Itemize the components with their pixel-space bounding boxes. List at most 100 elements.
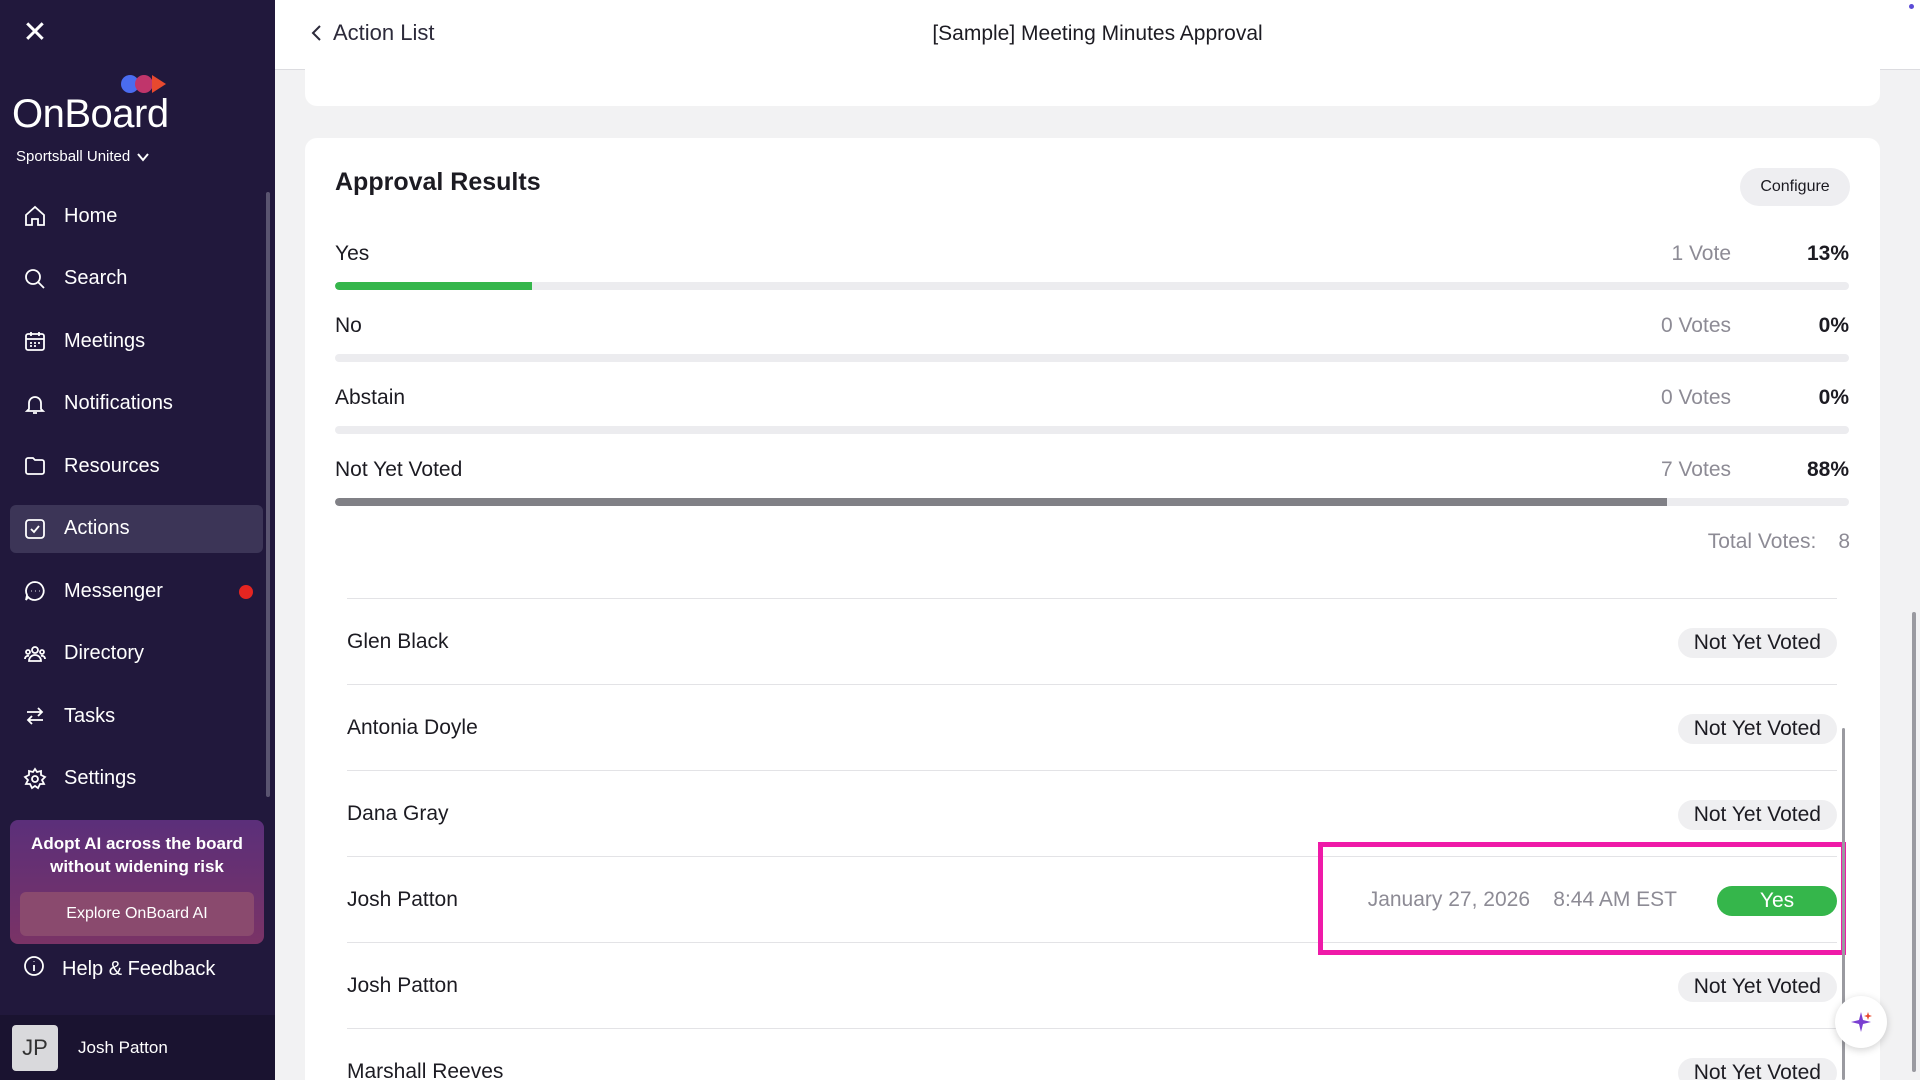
- result-label: No: [335, 314, 362, 337]
- people-icon: [22, 641, 48, 667]
- configure-button[interactable]: Configure: [1740, 168, 1850, 206]
- result-not-yet-voted: Not Yet Voted 7 Votes 88%: [335, 458, 1849, 518]
- sidebar-item-directory[interactable]: Directory: [10, 630, 263, 678]
- result-votes: 7 Votes: [1660, 458, 1731, 481]
- voter-name: Antonia Doyle: [347, 716, 478, 739]
- ai-promo-card: Adopt AI across the board without wideni…: [10, 820, 264, 944]
- close-icon[interactable]: ✕: [20, 18, 50, 48]
- status-badge: Not Yet Voted: [1677, 800, 1837, 830]
- total-votes-value: 8: [1838, 530, 1850, 553]
- sidebar-item-messenger[interactable]: Messenger: [10, 567, 263, 615]
- sparkle-icon: [1851, 1012, 1872, 1032]
- status-badge: Not Yet Voted: [1677, 628, 1837, 658]
- result-progress-track: [335, 426, 1849, 434]
- result-label: Yes: [335, 242, 370, 265]
- sidebar-item-label: Notifications: [64, 392, 173, 414]
- voter-name: Josh Patton: [347, 888, 458, 911]
- gear-icon: [22, 766, 48, 792]
- promo-text-line: without widening risk: [50, 857, 224, 876]
- sidebar-item-label: Settings: [64, 767, 137, 789]
- back-to-action-list[interactable]: Action List: [309, 20, 435, 46]
- previous-card: [305, 58, 1880, 106]
- result-votes: 0 Votes: [1660, 386, 1731, 409]
- explore-ai-button[interactable]: Explore OnBoard AI: [20, 892, 254, 936]
- search-icon: [22, 266, 48, 292]
- sidebar-item-resources[interactable]: Resources: [10, 442, 263, 490]
- sidebar-nav: Home Search Meetings Notifications Resou…: [10, 192, 263, 817]
- result-percent: 0%: [1818, 314, 1849, 337]
- voter-name: Marshall Reeves: [347, 1060, 504, 1080]
- chevron-left-icon: [311, 25, 321, 41]
- bell-icon: [22, 391, 48, 417]
- org-switcher[interactable]: Sportsball United: [16, 148, 150, 165]
- sidebar-item-home[interactable]: Home: [10, 192, 263, 240]
- result-votes: 1 Vote: [1671, 242, 1731, 265]
- status-dot: [1909, 4, 1914, 9]
- sidebar-item-label: Tasks: [64, 704, 116, 727]
- result-percent: 0%: [1818, 386, 1849, 409]
- sidebar-item-label: Directory: [64, 642, 145, 664]
- voter-name: Dana Gray: [347, 802, 449, 825]
- result-progress-track: [335, 498, 1849, 506]
- unread-badge: [239, 585, 253, 599]
- org-name: Sportsball United: [16, 148, 131, 165]
- voter-list: Glen Black Not Yet Voted Antonia Doyle N…: [347, 598, 1837, 1080]
- page-scrollbar[interactable]: [1912, 612, 1916, 1072]
- highlight-box: [1318, 842, 1846, 955]
- help-label: Help & Feedback: [62, 957, 216, 980]
- back-label: Action List: [333, 20, 435, 45]
- list-item[interactable]: Antonia Doyle Not Yet Voted: [347, 684, 1837, 770]
- help-feedback-link[interactable]: Help & Feedback: [22, 954, 215, 984]
- sidebar-item-meetings[interactable]: Meetings: [10, 317, 263, 365]
- avatar: JP: [12, 1024, 58, 1071]
- user-name: Josh Patton: [78, 1037, 168, 1057]
- folder-icon: [22, 453, 48, 479]
- result-progress-track: [335, 354, 1849, 362]
- home-icon: [22, 203, 48, 229]
- sidebar-item-search[interactable]: Search: [10, 255, 263, 303]
- status-badge: Not Yet Voted: [1677, 714, 1837, 744]
- total-votes-label: Total Votes:: [1707, 530, 1817, 553]
- sidebar-item-tasks[interactable]: Tasks: [10, 692, 263, 740]
- promo-text-line: Adopt AI across the board: [31, 834, 243, 853]
- sidebar-item-label: Actions: [64, 517, 130, 539]
- sidebar-scrollbar[interactable]: [266, 192, 270, 797]
- calendar-icon: [22, 328, 48, 354]
- list-item[interactable]: Marshall Reeves Not Yet Voted: [347, 1028, 1837, 1080]
- checkbox-icon: [22, 516, 48, 542]
- result-label: Not Yet Voted: [335, 458, 463, 481]
- voter-name: Josh Patton: [347, 974, 458, 997]
- ai-assistant-button[interactable]: [1835, 996, 1887, 1048]
- sidebar: ✕ OnBoard Sportsball United Home Search …: [0, 0, 275, 1080]
- sidebar-item-actions[interactable]: Actions: [10, 504, 263, 553]
- sidebar-item-label: Messenger: [64, 579, 163, 602]
- result-abstain: Abstain 0 Votes 0%: [335, 386, 1849, 446]
- sidebar-item-label: Resources: [64, 454, 160, 477]
- list-item[interactable]: Glen Black Not Yet Voted: [347, 598, 1837, 684]
- result-progress-track: [335, 282, 1849, 290]
- info-icon: [22, 954, 62, 984]
- sidebar-item-settings[interactable]: Settings: [10, 755, 263, 803]
- sidebar-item-label: Meetings: [64, 329, 146, 352]
- result-votes: 0 Votes: [1660, 314, 1731, 337]
- result-label: Abstain: [335, 386, 406, 409]
- voter-name: Glen Black: [347, 630, 449, 653]
- user-profile[interactable]: JP Josh Patton: [0, 1015, 275, 1080]
- result-percent: 13%: [1806, 242, 1849, 265]
- sidebar-item-notifications[interactable]: Notifications: [10, 380, 263, 428]
- card-title: Approval Results: [335, 168, 541, 196]
- result-yes: Yes 1 Vote 13%: [335, 242, 1849, 302]
- result-progress-fill: [335, 498, 1668, 506]
- sidebar-item-label: Home: [64, 204, 118, 227]
- swap-arrows-icon: [22, 703, 48, 729]
- result-percent: 88%: [1806, 458, 1849, 481]
- page-title: [Sample] Meeting Minutes Approval: [932, 22, 1263, 45]
- logo-text: OnBoard: [12, 92, 169, 136]
- promo-text: Adopt AI across the board without wideni…: [10, 832, 264, 878]
- chevron-down-icon: [137, 152, 150, 162]
- total-votes: Total Votes: 8: [1708, 530, 1850, 554]
- status-badge: Not Yet Voted: [1677, 972, 1837, 1002]
- status-badge: Not Yet Voted: [1677, 1058, 1837, 1080]
- sidebar-item-label: Search: [64, 267, 128, 289]
- chat-icon: [22, 578, 48, 604]
